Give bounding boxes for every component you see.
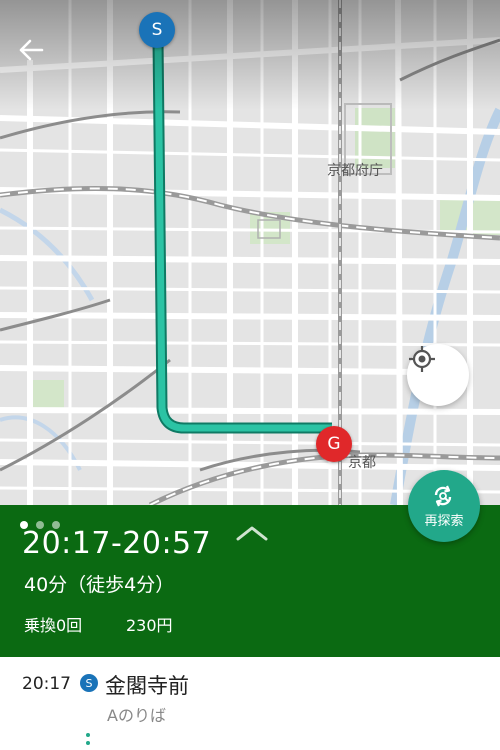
research-button-label: 再探索: [424, 513, 464, 529]
goal-pin[interactable]: G: [316, 426, 352, 462]
route-pager[interactable]: [20, 521, 60, 529]
pager-dot[interactable]: [20, 521, 28, 529]
arrow-left-icon: [19, 39, 44, 61]
time-range: 20:17-20:57: [22, 526, 212, 561]
goal-pin-label: G: [327, 434, 341, 454]
trip-duration: 40分（徒歩4分）: [24, 574, 175, 596]
fare: 230円: [126, 616, 173, 635]
walk-indicator: [86, 733, 90, 749]
prefecture-office-label: 京都府庁: [327, 163, 383, 179]
pager-dot[interactable]: [52, 521, 60, 529]
top-gradient: [0, 0, 500, 110]
back-button[interactable]: [18, 38, 58, 74]
start-pin[interactable]: S: [139, 12, 175, 48]
platform-label: Aのりば: [107, 706, 166, 725]
departure-time: 20:17: [22, 674, 71, 694]
station-name[interactable]: 金閣寺前: [105, 670, 189, 700]
research-button[interactable]: 再探索: [408, 470, 480, 542]
start-station-badge: S: [80, 674, 98, 692]
chevron-up-icon: [236, 526, 268, 541]
kyoto-station-label: 京都: [348, 455, 376, 471]
refresh-search-icon: [434, 485, 452, 506]
transfer-count: 乗換0回: [24, 616, 83, 635]
expand-button[interactable]: [232, 520, 272, 546]
route-map[interactable]: 京都府庁 京都 S G: [0, 0, 500, 505]
start-pin-label: S: [151, 20, 163, 40]
current-location-button[interactable]: [407, 344, 469, 406]
crosshair-icon: [409, 346, 435, 372]
route-detail[interactable]: [0, 657, 500, 750]
pager-dot[interactable]: [36, 521, 44, 529]
